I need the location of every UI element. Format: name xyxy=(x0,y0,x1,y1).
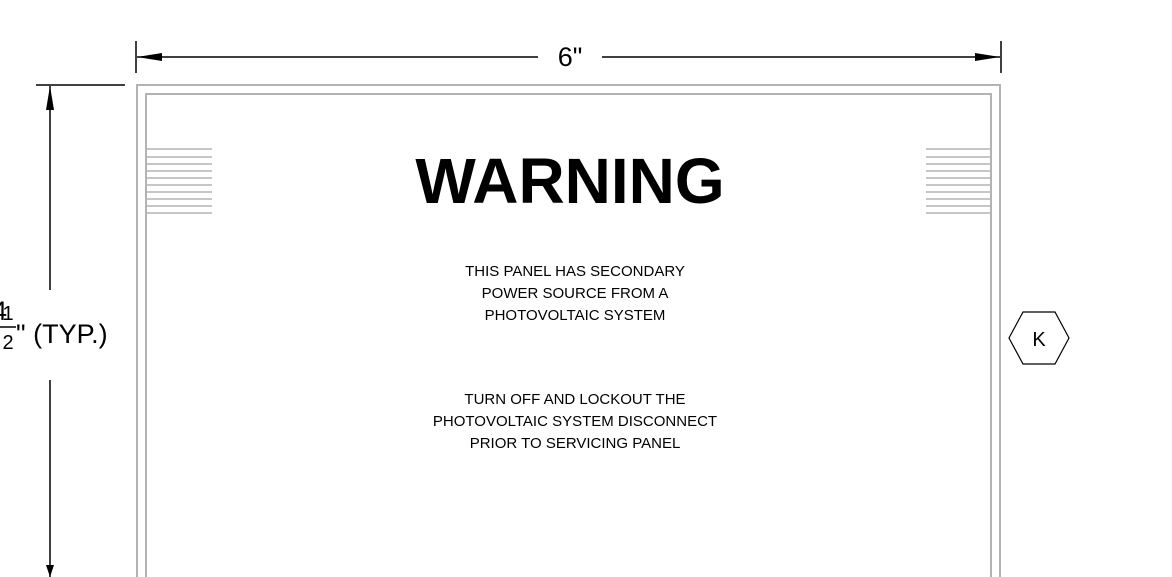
hexagon-tag-letter: K xyxy=(1032,329,1046,351)
stripe-block-right xyxy=(926,148,990,214)
height-dimension: 4 1 2 " (TYP.) xyxy=(0,84,125,577)
width-dimension-label: 6" xyxy=(558,42,583,72)
stripe-block-left xyxy=(147,148,212,214)
width-arrow-left xyxy=(137,53,162,61)
paragraph2-line: PHOTOVOLTAIC SYSTEM DISCONNECT xyxy=(433,413,717,430)
paragraph2-line: PRIOR TO SERVICING PANEL xyxy=(470,435,681,452)
height-arrow-top xyxy=(46,86,54,110)
warning-label-drawing: 6" 4 1 2 " (TYP.) xyxy=(0,41,1070,577)
warning-title: WARNING xyxy=(415,145,724,217)
height-fraction-numerator: 1 xyxy=(2,303,13,325)
hexagon-tag: K xyxy=(1008,311,1070,365)
paragraph1-line: PHOTOVOLTAIC SYSTEM xyxy=(485,307,666,324)
height-arrow-bottom xyxy=(46,565,54,577)
width-arrow-right xyxy=(975,53,1000,61)
height-fraction-denominator: 2 xyxy=(2,332,13,354)
paragraph1-line: POWER SOURCE FROM A xyxy=(482,285,669,302)
paragraph-secondary-power: THIS PANEL HAS SECONDARY POWER SOURCE FR… xyxy=(465,263,685,324)
paragraph-lockout-instructions: TURN OFF AND LOCKOUT THE PHOTOVOLTAIC SY… xyxy=(433,391,717,452)
paragraph1-line: THIS PANEL HAS SECONDARY xyxy=(465,263,685,280)
paragraph2-line: TURN OFF AND LOCKOUT THE xyxy=(464,391,685,408)
width-dimension: 6" xyxy=(135,41,1002,73)
height-dimension-suffix: " (TYP.) xyxy=(16,319,108,349)
